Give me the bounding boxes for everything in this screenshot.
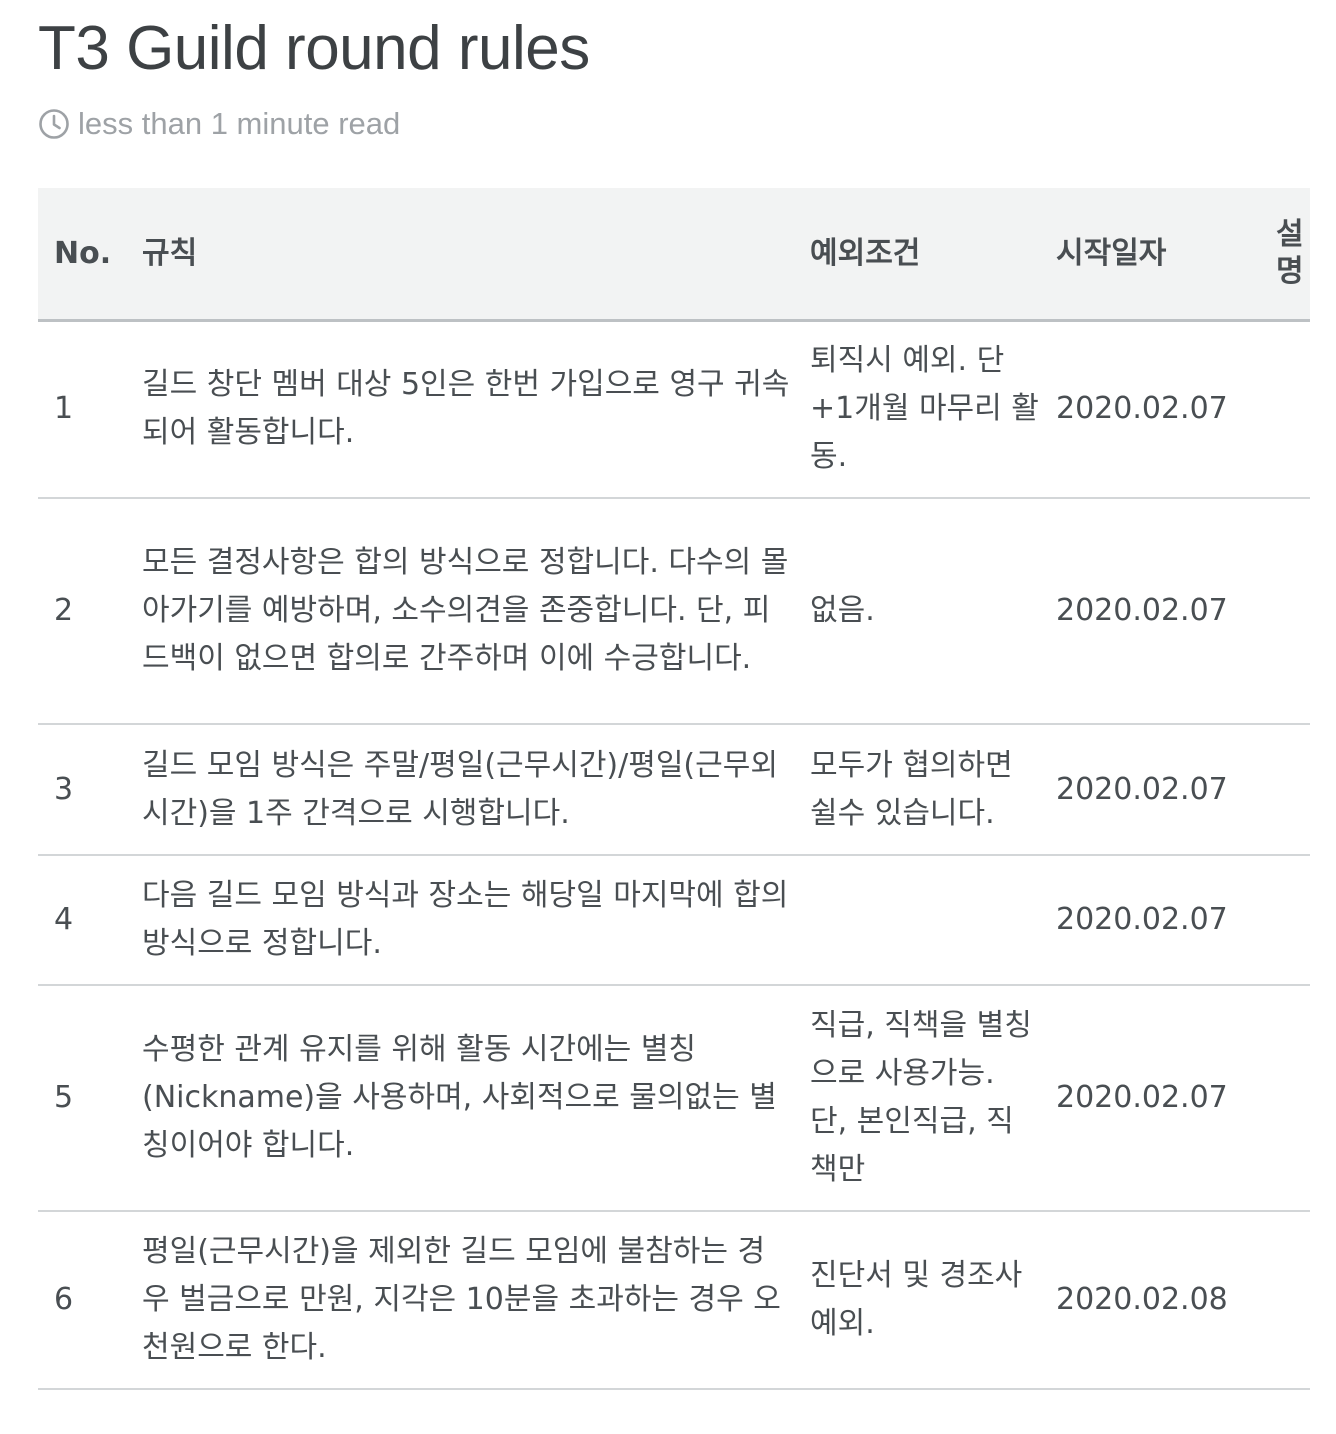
cell-description	[1276, 498, 1310, 725]
cell-rule: 다음 길드 모임 방식과 장소는 해당일 마지막에 합의 방식으로 정합니다.	[142, 855, 810, 986]
rules-table: No. 규칙 예외조건 시작일자 설 명 1 길드 창단 멤버 대상 5인은 한…	[38, 188, 1310, 1390]
cell-no: 4	[38, 855, 142, 986]
cell-start-date: 2020.02.07	[1056, 724, 1276, 856]
cell-description	[1276, 985, 1310, 1212]
cell-start-date: 2020.02.07	[1056, 985, 1276, 1212]
cell-description	[1276, 1211, 1310, 1390]
cell-rule: 모든 결정사항은 합의 방식으로 정합니다. 다수의 몰아가기를 예방하며, 소…	[142, 498, 810, 725]
table-row: 4 다음 길드 모임 방식과 장소는 해당일 마지막에 합의 방식으로 정합니다…	[38, 855, 1310, 986]
cell-description	[1276, 320, 1310, 499]
cell-exception: 진단서 및 경조사 예외.	[810, 1211, 1056, 1390]
table-body: 1 길드 창단 멤버 대상 5인은 한번 가입으로 영구 귀속되어 활동합니다.…	[38, 320, 1310, 1390]
cell-no: 6	[38, 1211, 142, 1390]
header-description-line1: 설	[1276, 216, 1304, 252]
header-row: No. 규칙 예외조건 시작일자 설 명	[38, 188, 1310, 320]
cell-start-date: 2020.02.07	[1056, 855, 1276, 986]
cell-no: 1	[38, 320, 142, 499]
cell-exception: 직급, 직책을 별칭으로 사용가능. 단, 본인직급, 직책만	[810, 985, 1056, 1212]
table-row: 1 길드 창단 멤버 대상 5인은 한번 가입으로 영구 귀속되어 활동합니다.…	[38, 320, 1310, 499]
cell-rule: 수평한 관계 유지를 위해 활동 시간에는 별칭(Nickname)을 사용하며…	[142, 985, 810, 1212]
table-row: 5 수평한 관계 유지를 위해 활동 시간에는 별칭(Nickname)을 사용…	[38, 985, 1310, 1212]
cell-no: 3	[38, 724, 142, 856]
cell-description	[1276, 855, 1310, 986]
cell-no: 5	[38, 985, 142, 1212]
cell-exception	[810, 855, 1056, 986]
header-description: 설 명	[1276, 188, 1310, 320]
page-content: T3 Guild round rules less than 1 minute …	[38, 0, 1310, 1390]
cell-exception: 없음.	[810, 498, 1056, 725]
table-row: 6 평일(근무시간)을 제외한 길드 모임에 불참하는 경우 벌금으로 만원, …	[38, 1211, 1310, 1390]
clock-icon	[38, 108, 70, 140]
table-row: 3 길드 모임 방식은 주말/평일(근무시간)/평일(근무외시간)을 1주 간격…	[38, 724, 1310, 856]
cell-exception: 모두가 협의하면 쉴수 있습니다.	[810, 724, 1056, 856]
cell-start-date: 2020.02.07	[1056, 498, 1276, 725]
header-exception: 예외조건	[810, 235, 921, 271]
header-start-date: 시작일자	[1056, 235, 1167, 271]
cell-start-date: 2020.02.08	[1056, 1211, 1276, 1390]
table-row: 2 모든 결정사항은 합의 방식으로 정합니다. 다수의 몰아가기를 예방하며,…	[38, 498, 1310, 725]
cell-exception: 퇴직시 예외. 단 +1개월 마무리 활동.	[810, 320, 1056, 499]
table-header: No. 규칙 예외조건 시작일자 설 명	[38, 188, 1310, 320]
header-rule: 규칙	[142, 235, 198, 271]
page-title: T3 Guild round rules	[38, 14, 590, 83]
cell-description	[1276, 724, 1310, 856]
cell-rule: 길드 창단 멤버 대상 5인은 한번 가입으로 영구 귀속되어 활동합니다.	[142, 320, 810, 499]
cell-start-date: 2020.02.07	[1056, 320, 1276, 499]
cell-rule: 평일(근무시간)을 제외한 길드 모임에 불참하는 경우 벌금으로 만원, 지각…	[142, 1211, 810, 1390]
read-time-meta: less than 1 minute read	[38, 104, 1310, 144]
cell-no: 2	[38, 498, 142, 725]
read-time-text: less than 1 minute read	[78, 106, 401, 141]
header-description-line2: 명	[1276, 254, 1304, 290]
header-no: No.	[54, 235, 112, 271]
cell-rule: 길드 모임 방식은 주말/평일(근무시간)/평일(근무외시간)을 1주 간격으로…	[142, 724, 810, 856]
